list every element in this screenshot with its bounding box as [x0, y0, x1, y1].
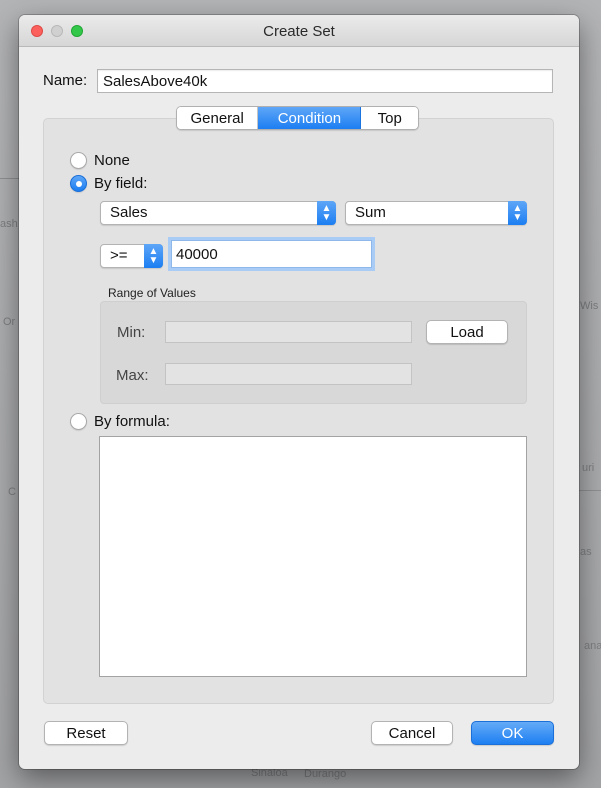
name-label: Name: [43, 72, 88, 89]
tab-bar: General Condition Top [176, 106, 419, 130]
aggregation-select[interactable]: Sum ▲ ▼ [345, 201, 527, 225]
cancel-button[interactable]: Cancel [371, 721, 453, 745]
map-label: Wis [580, 300, 599, 312]
map-label: C [8, 486, 16, 498]
field-select[interactable]: Sales ▲ ▼ [100, 201, 336, 225]
field-select-value: Sales [110, 204, 148, 221]
by-formula-radio-label[interactable]: By formula: [94, 413, 170, 430]
none-radio[interactable] [70, 152, 87, 169]
map-border [578, 490, 601, 491]
up-down-chevron-icon: ▲ ▼ [144, 244, 163, 268]
map-label: Or [3, 316, 16, 328]
map-label: uri [582, 462, 595, 474]
tab-top[interactable]: Top [361, 107, 418, 129]
ok-button[interactable]: OK [471, 721, 554, 745]
map-label: as [580, 546, 592, 558]
formula-editor[interactable] [99, 436, 527, 677]
range-of-values-box [100, 301, 527, 404]
set-name-input[interactable] [97, 69, 553, 93]
map-label: Durango [304, 768, 347, 780]
create-set-dialog: Create Set Name: General Condition Top N… [19, 15, 579, 769]
max-input[interactable] [165, 363, 412, 385]
tab-condition[interactable]: Condition [258, 107, 362, 129]
min-label: Min: [117, 324, 146, 341]
reset-button[interactable]: Reset [44, 721, 128, 745]
by-field-radio[interactable] [70, 175, 87, 192]
title-bar[interactable]: Create Set [19, 15, 579, 47]
map-label: ash [0, 218, 18, 230]
by-field-radio-label[interactable]: By field: [94, 175, 147, 192]
range-of-values-label: Range of Values [108, 286, 196, 300]
up-down-chevron-icon: ▲ ▼ [317, 201, 336, 225]
load-button[interactable]: Load [426, 320, 508, 344]
map-label: ana [584, 640, 601, 652]
none-radio-label[interactable]: None [94, 152, 130, 169]
by-formula-radio[interactable] [70, 413, 87, 430]
max-label: Max: [116, 367, 149, 384]
aggregation-select-value: Sum [355, 204, 386, 221]
up-down-chevron-icon: ▲ ▼ [508, 201, 527, 225]
min-input[interactable] [165, 321, 412, 343]
condition-value-input[interactable] [168, 237, 375, 271]
operator-select-value: >= [110, 247, 128, 264]
window-title: Create Set [263, 23, 335, 40]
map-border [0, 178, 20, 179]
tab-general[interactable]: General [177, 107, 259, 129]
operator-select[interactable]: >= ▲ ▼ [100, 244, 163, 268]
